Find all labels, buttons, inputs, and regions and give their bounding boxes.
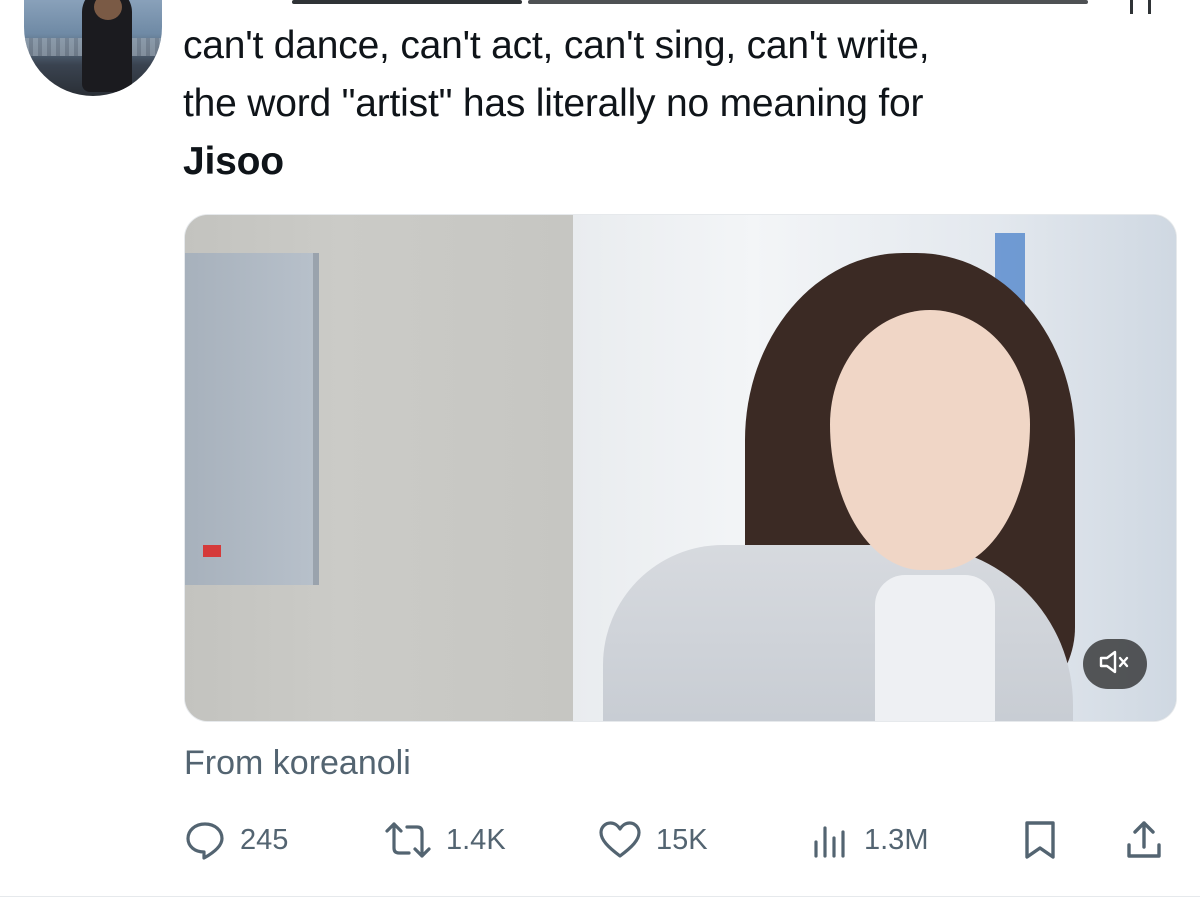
tweet-text-line: can't dance, can't act, can't sing, can'…	[183, 24, 930, 67]
reply-button[interactable]: 245	[184, 812, 288, 868]
media-source[interactable]: From koreanoli	[184, 744, 411, 783]
video-frame-person-jacket	[603, 545, 1073, 721]
video-frame-person-collar	[875, 575, 995, 721]
share-button[interactable]	[1124, 812, 1164, 868]
tweet-text: can't dance, can't act, can't sing, can'…	[183, 17, 1173, 191]
reply-icon	[184, 819, 226, 861]
video-player[interactable]	[184, 214, 1177, 722]
like-button[interactable]: 15K	[598, 812, 708, 868]
views-button[interactable]: 1.3M	[810, 812, 928, 868]
video-frame-panel	[185, 253, 319, 585]
tweet-actions: 245 1.4K 15K 1.3M	[184, 812, 1174, 868]
previous-line-fragment	[528, 0, 1088, 4]
previous-line-fragment	[1148, 0, 1151, 14]
media-source-name: koreanoli	[272, 744, 411, 782]
views-count: 1.3M	[864, 823, 929, 856]
repost-button[interactable]: 1.4K	[384, 812, 506, 868]
share-icon	[1124, 819, 1164, 861]
previous-line-fragment	[292, 0, 522, 4]
tweet-divider	[0, 896, 1200, 897]
mute-button[interactable]	[1083, 639, 1147, 689]
repost-icon	[384, 820, 432, 860]
like-count: 15K	[656, 823, 708, 856]
reply-count: 245	[240, 823, 289, 856]
tweet-text-mention: Jisoo	[183, 140, 284, 183]
tweet-text-line: the word "artist" has literally no meani…	[183, 82, 924, 125]
video-frame-person-face	[830, 310, 1030, 570]
previous-line-fragment	[1130, 0, 1133, 14]
bookmark-icon	[1020, 819, 1060, 861]
speaker-muted-icon	[1098, 649, 1132, 680]
views-chart-icon	[810, 820, 850, 860]
heart-icon	[598, 820, 642, 860]
avatar[interactable]	[24, 0, 162, 96]
repost-count: 1.4K	[446, 823, 506, 856]
bookmark-button[interactable]	[1020, 812, 1060, 868]
media-source-prefix: From	[184, 744, 264, 782]
